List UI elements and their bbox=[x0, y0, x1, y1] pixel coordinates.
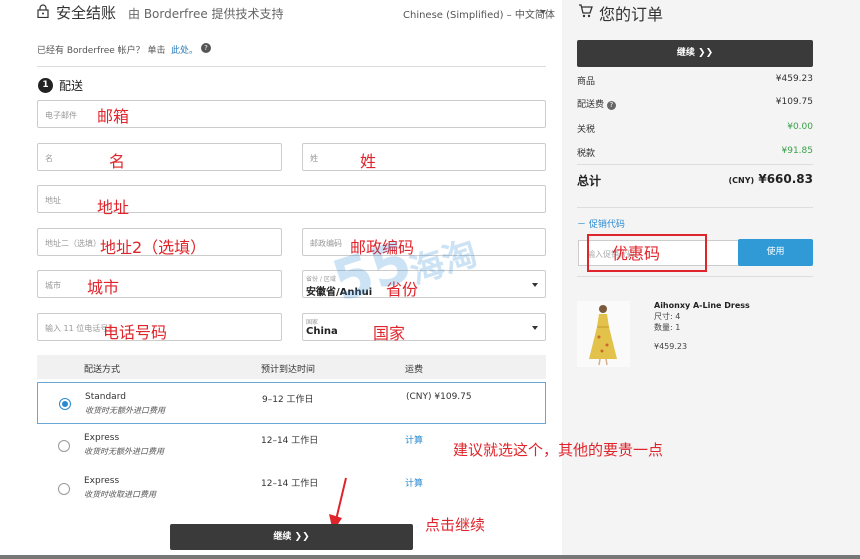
summary-label-shipping: 配送费 ? bbox=[577, 97, 616, 110]
annotation-address: 地址 bbox=[97, 198, 130, 217]
last-name-field[interactable]: 姓 bbox=[302, 143, 546, 171]
summary-label-items: 商品 bbox=[577, 77, 596, 87]
shipping-option[interactable]: Express 收货时收取进口费用 12–14 工作日 计算 bbox=[37, 468, 546, 510]
annotation-advice: 建议就选这个，其他的要贵一点 bbox=[453, 441, 664, 459]
annotation-address2: 地址2（选填） bbox=[100, 238, 207, 257]
shipping-method-note: 收货时收取进口费用 bbox=[84, 490, 156, 499]
step-number: 1 bbox=[38, 78, 53, 93]
last-name-placeholder: 姓 bbox=[310, 154, 318, 163]
summary-label-duties: 关税 bbox=[577, 125, 596, 135]
radio-unselected[interactable] bbox=[58, 483, 70, 495]
summary-value-items: ¥459.23 bbox=[775, 74, 813, 84]
city-field[interactable]: 城市 bbox=[37, 270, 282, 298]
summary-value-duties: ¥0.00 bbox=[787, 122, 813, 132]
continue-button[interactable]: 继续 ❯❯ bbox=[170, 524, 413, 550]
bottom-bar bbox=[0, 555, 860, 559]
cart-icon bbox=[579, 4, 593, 18]
language-selector[interactable]: Chinese (Simplified) – 中文简体 bbox=[403, 6, 555, 21]
shipping-table-header: 配送方式 预计到达时间 运费 bbox=[37, 355, 546, 379]
phone-placeholder: 输入 11 位电话号码 bbox=[45, 324, 110, 333]
product-size: 尺寸: 4 bbox=[654, 312, 681, 321]
total-currency: (CNY) bbox=[728, 176, 755, 185]
shipping-eta: 12–14 工作日 bbox=[261, 479, 319, 489]
total-label: 总计 bbox=[577, 174, 602, 188]
annotation-first-name: 名 bbox=[109, 152, 126, 171]
first-name-placeholder: 名 bbox=[45, 154, 53, 163]
annotation-promo: 优惠码 bbox=[612, 244, 661, 263]
shipping-cost: (CNY) ¥109.75 bbox=[406, 392, 472, 402]
city-placeholder: 城市 bbox=[45, 281, 61, 290]
radio-unselected[interactable] bbox=[58, 440, 70, 452]
watermark-logo: 55 海淘 bbox=[330, 229, 482, 315]
calculate-link[interactable]: 计算 bbox=[405, 476, 423, 489]
radio-selected[interactable] bbox=[59, 398, 71, 410]
annotation-last-name: 姓 bbox=[360, 152, 377, 171]
product-image bbox=[577, 301, 630, 367]
apply-promo-button[interactable]: 使用 bbox=[738, 239, 813, 266]
help-icon[interactable]: ? bbox=[201, 43, 211, 53]
divider bbox=[577, 207, 813, 208]
total-value: (CNY) ¥660.83 bbox=[728, 172, 813, 186]
promo-code-toggle[interactable]: － 促销代码 bbox=[577, 217, 625, 230]
lock-icon bbox=[37, 4, 49, 18]
divider bbox=[577, 276, 813, 277]
summary-label-taxes: 税款 bbox=[577, 149, 596, 159]
help-icon[interactable]: ? bbox=[606, 101, 616, 110]
calculate-link[interactable]: 计算 bbox=[405, 433, 423, 446]
divider bbox=[37, 66, 546, 67]
email-placeholder: 电子邮件 bbox=[45, 111, 77, 120]
divider bbox=[577, 164, 813, 165]
summary-value-taxes: ¥91.85 bbox=[781, 146, 814, 156]
product-price: ¥459.23 bbox=[654, 342, 688, 351]
shipping-eta: 9–12 工作日 bbox=[262, 395, 314, 405]
annotation-phone: 电话号码 bbox=[103, 323, 168, 342]
first-name-field[interactable]: 名 bbox=[37, 143, 282, 171]
shipping-option[interactable]: Standard 收货时无额外进口费用 9–12 工作日 (CNY) ¥109.… bbox=[37, 382, 546, 424]
product-name: Aihonxy A-Line Dress bbox=[654, 301, 750, 310]
shipping-method-name: Express bbox=[84, 433, 120, 443]
chevron-down-icon[interactable] bbox=[540, 10, 546, 14]
signin-link[interactable]: 此处。 bbox=[171, 43, 198, 56]
svg-text:55: 55 bbox=[330, 229, 419, 315]
order-title: 您的订单 bbox=[599, 5, 664, 24]
shipping-method-note: 收货时无额外进口费用 bbox=[85, 406, 165, 415]
address2-placeholder: 地址二（选填） bbox=[45, 239, 101, 248]
order-continue-button[interactable]: 继续 ❯❯ bbox=[577, 40, 813, 67]
order-summary-panel bbox=[562, 0, 860, 559]
shipping-method-name: Express bbox=[84, 476, 120, 486]
annotation-click-continue: 点击继续 bbox=[425, 516, 486, 534]
summary-label-shipping-text: 配送费 bbox=[577, 100, 605, 110]
annotation-email: 邮箱 bbox=[97, 107, 130, 126]
shipping-method-name: Standard bbox=[85, 392, 126, 402]
address-placeholder: 地址 bbox=[45, 196, 61, 205]
shipping-eta: 12–14 工作日 bbox=[261, 436, 319, 446]
shipping-method-header: 配送方式 bbox=[84, 365, 121, 375]
shipping-cost-header: 运费 bbox=[405, 365, 424, 375]
summary-value-shipping: ¥109.75 bbox=[775, 97, 813, 107]
svg-text:海淘: 海淘 bbox=[405, 233, 482, 292]
country-label: 国家 bbox=[306, 319, 319, 326]
signin-prompt: 已经有 Borderfree 帐户？ 单击 bbox=[37, 46, 166, 56]
shipping-method-note: 收货时无额外进口费用 bbox=[84, 447, 164, 456]
page-subtitle: 由 Borderfree 提供技术支持 bbox=[128, 7, 284, 21]
total-amount: ¥660.83 bbox=[758, 172, 813, 186]
annotation-city: 城市 bbox=[87, 278, 120, 297]
product-quantity: 数量: 1 bbox=[654, 323, 681, 332]
shipping-eta-header: 预计到达时间 bbox=[261, 365, 316, 375]
step-label: 配送 bbox=[59, 79, 84, 93]
page-title: 安全结账 bbox=[56, 4, 117, 22]
